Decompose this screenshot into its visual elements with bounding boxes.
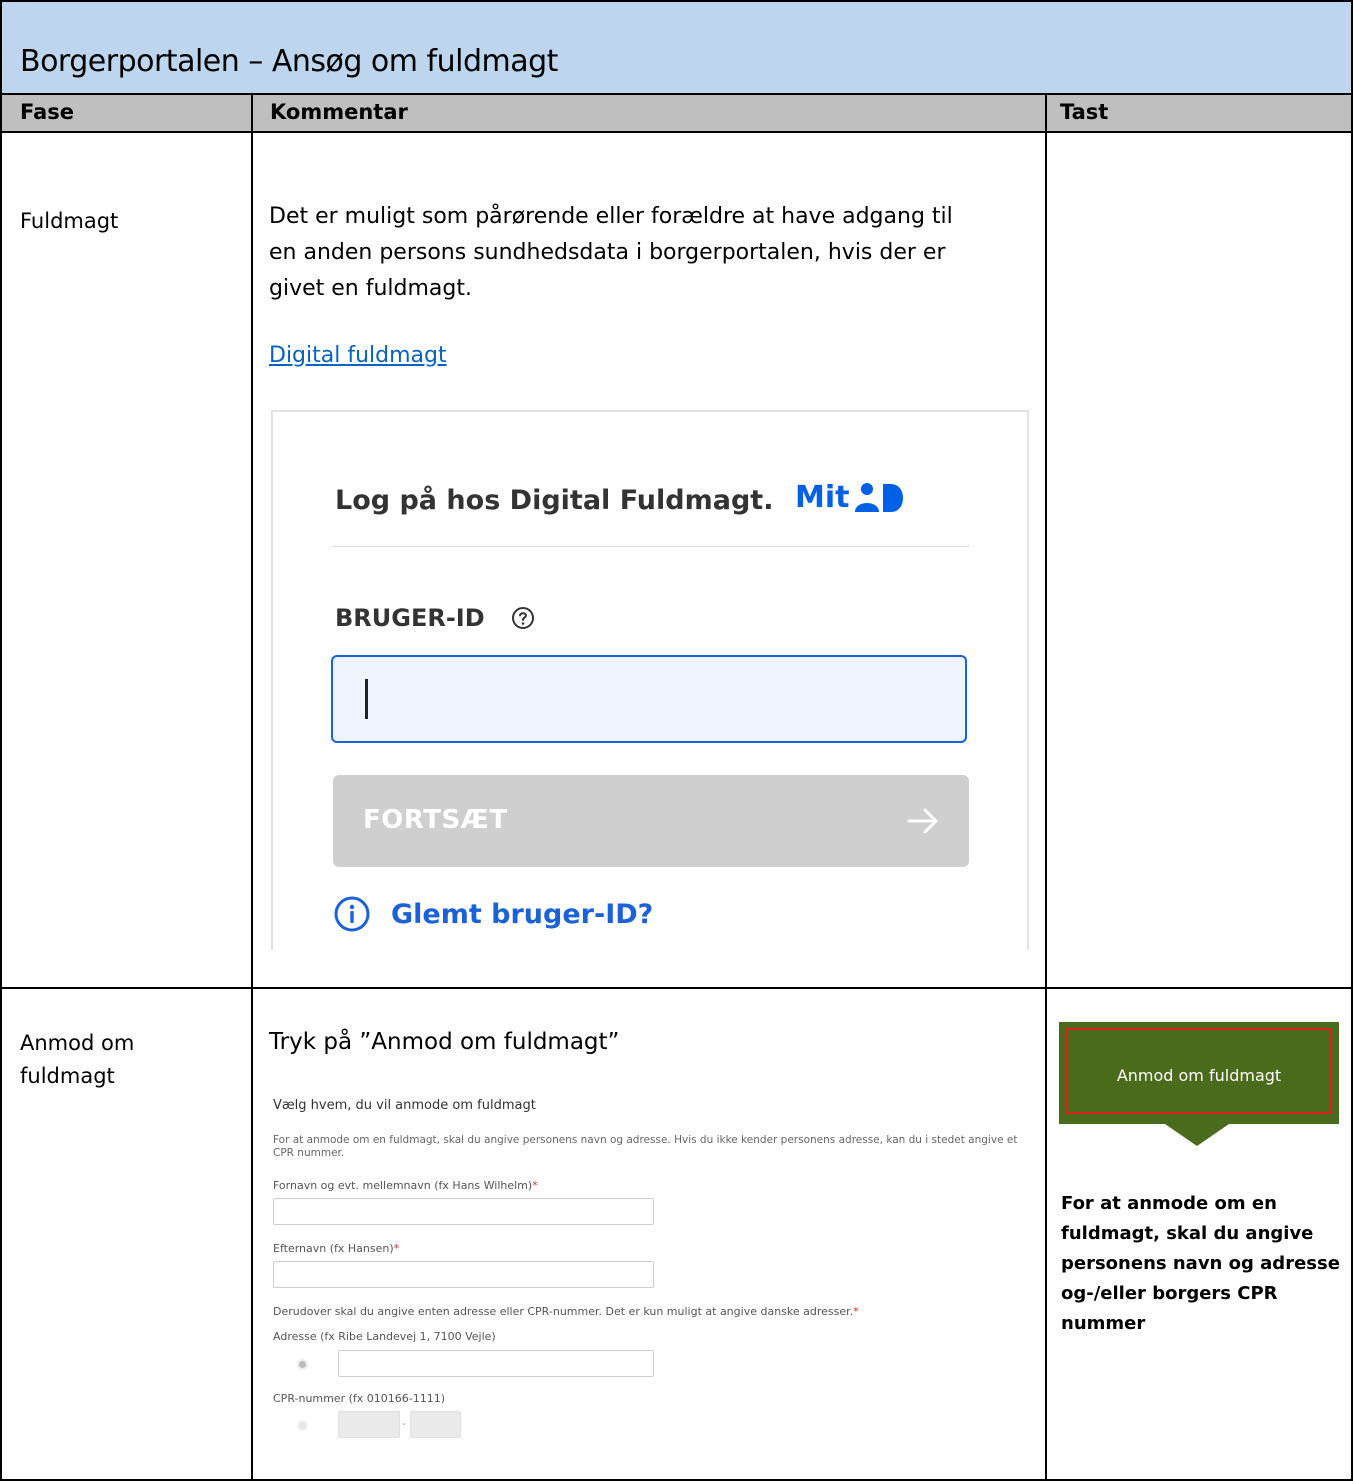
tast-note-line: og-/eller borgers CPR xyxy=(1061,1283,1278,1304)
address-label: Adresse (fx Ribe Landevej 1, 7100 Vejle) xyxy=(273,1330,496,1343)
fase-line: fuldmagt xyxy=(20,1064,115,1088)
request-form-screenshot: Vælg hvem, du vil anmode om fuldmagt For… xyxy=(265,1087,1040,1477)
fase-cell: Anmod om fuldmagt xyxy=(20,1027,134,1093)
forgot-user-id-link[interactable]: Glemt bruger-ID? xyxy=(333,895,653,933)
text-caret xyxy=(365,679,368,719)
request-power-of-attorney-button[interactable]: Anmod om fuldmagt xyxy=(1059,1022,1339,1146)
first-name-input[interactable] xyxy=(273,1198,654,1225)
address-input[interactable] xyxy=(338,1350,654,1377)
last-name-label: Efternavn (fx Hansen)* xyxy=(273,1242,399,1255)
mitid-divider xyxy=(333,546,969,547)
request-button-label: Anmod om fuldmagt xyxy=(1116,1066,1282,1085)
mitid-logo: Mit xyxy=(795,480,905,515)
first-name-label: Fornavn og evt. mellemnavn (fx Hans Wilh… xyxy=(273,1179,538,1192)
digital-fuldmagt-link[interactable]: Digital fuldmagt xyxy=(269,338,447,374)
column-divider xyxy=(1045,95,1047,1481)
page-title: Borgerportalen – Ansøg om fuldmagt xyxy=(20,44,558,79)
address-radio[interactable] xyxy=(299,1361,306,1368)
instruction-text: Tryk på ”Anmod om fuldmagt” xyxy=(269,1029,620,1055)
arrow-right-icon xyxy=(905,803,941,844)
user-id-label-text: BRUGER-ID xyxy=(335,604,485,632)
fase-cell: Fuldmagt xyxy=(20,209,119,233)
table-header: Fase Kommentar Tast xyxy=(2,95,1351,133)
form-title: Vælg hvem, du vil anmode om fuldmagt xyxy=(273,1098,536,1113)
last-name-label-text: Efternavn (fx Hansen) xyxy=(273,1242,394,1255)
comment-line: en anden persons sundhedsdata i borgerpo… xyxy=(269,240,946,265)
comment-cell: Det er muligt som pårørende eller foræld… xyxy=(269,199,953,307)
address-or-cpr-note-text: Derudover skal du angive enten adresse e… xyxy=(273,1305,854,1318)
tast-note-line: fuldmagt, skal du angive xyxy=(1061,1223,1314,1244)
tast-note-line: personens navn og adresse xyxy=(1061,1253,1340,1274)
comment-line: Det er muligt som pårørende eller foræld… xyxy=(269,204,953,229)
column-header-fase: Fase xyxy=(20,100,75,124)
pointer-tab xyxy=(1165,1124,1229,1146)
user-id-label: BRUGER-ID xyxy=(335,604,535,632)
cpr-separator: - xyxy=(402,1417,406,1430)
mitid-login-screenshot: Log på hos Digital Fuldmagt. Mit BRUGER-… xyxy=(271,410,1029,950)
cpr-last-input[interactable] xyxy=(410,1411,461,1438)
tast-note-line: nummer xyxy=(1061,1313,1146,1334)
first-name-label-text: Fornavn og evt. mellemnavn (fx Hans Wilh… xyxy=(273,1179,533,1192)
tast-note-line: For at anmode om en xyxy=(1061,1193,1277,1214)
fase-line: Anmod om xyxy=(20,1031,135,1055)
instruction-table: Borgerportalen – Ansøg om fuldmagt Fase … xyxy=(0,0,1353,1481)
last-name-input[interactable] xyxy=(273,1261,654,1288)
title-bar: Borgerportalen – Ansøg om fuldmagt xyxy=(2,2,1351,95)
column-divider xyxy=(251,95,253,1481)
mitid-logo-text: Mit xyxy=(795,480,850,515)
continue-button[interactable]: FORTSÆT xyxy=(333,775,969,867)
user-id-input[interactable] xyxy=(331,655,967,743)
info-icon xyxy=(334,896,370,932)
column-header-tast: Tast xyxy=(1060,100,1109,124)
mitid-login-title: Log på hos Digital Fuldmagt. xyxy=(335,485,774,516)
cpr-first-input[interactable] xyxy=(338,1411,400,1438)
required-mark: * xyxy=(393,1242,400,1255)
tast-note: For at anmode om en fuldmagt, skal du an… xyxy=(1061,1189,1341,1339)
continue-button-label: FORTSÆT xyxy=(363,805,508,835)
required-mark: * xyxy=(853,1305,859,1318)
forgot-user-id-text: Glemt bruger-ID? xyxy=(391,898,654,930)
help-icon[interactable] xyxy=(511,606,535,630)
row-divider xyxy=(2,987,1351,989)
address-or-cpr-note: Derudover skal du angive enten adresse e… xyxy=(273,1305,859,1318)
comment-line: givet en fuldmagt. xyxy=(269,276,472,301)
cpr-label: CPR-nummer (fx 010166-1111) xyxy=(273,1392,446,1405)
column-header-kommentar: Kommentar xyxy=(270,100,408,124)
cpr-radio[interactable] xyxy=(299,1422,306,1429)
mitid-logo-icon xyxy=(855,482,904,512)
required-mark: * xyxy=(532,1179,538,1192)
form-intro: For at anmode om en fuldmagt, skal du an… xyxy=(273,1134,1018,1159)
